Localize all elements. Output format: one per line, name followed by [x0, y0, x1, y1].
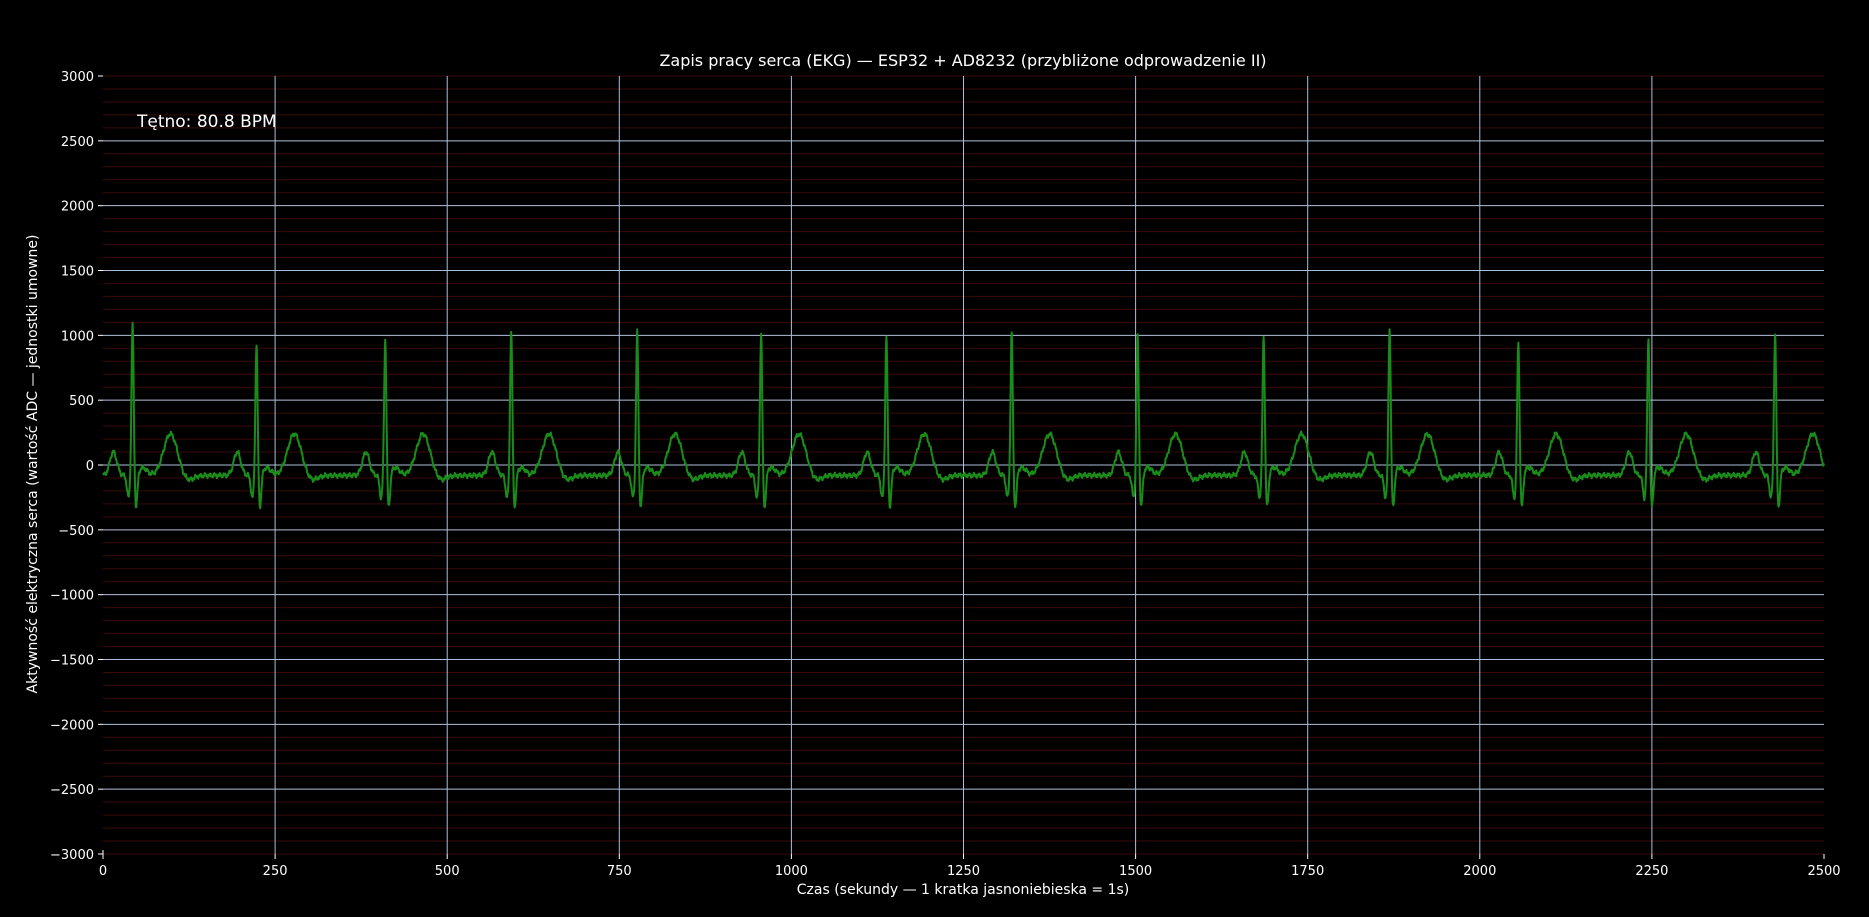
y-tick-label: −1500	[50, 654, 94, 669]
y-tick-label: 1000	[61, 329, 94, 344]
ekg-chart: 0 250 500 750 1000 1250 1500 1750 2000 2250 2500 −…	[0, 0, 1869, 917]
x-tick-label: 2000	[1463, 864, 1496, 879]
x-tick-label: 250	[263, 864, 288, 879]
chart-background	[0, 0, 1869, 917]
y-tick-label: 0	[86, 459, 94, 474]
y-tick-label: 1500	[61, 265, 94, 280]
x-tick-label: 1000	[775, 864, 808, 879]
x-tick-label: 1250	[947, 864, 980, 879]
chart-title: Zapis pracy serca (EKG) — ESP32 + AD8232…	[659, 51, 1266, 70]
x-tick-label: 750	[607, 864, 632, 879]
x-tick-label: 1500	[1119, 864, 1152, 879]
x-tick-label: 0	[99, 864, 107, 879]
x-tick-label: 2500	[1807, 864, 1840, 879]
heart-rate-annotation: Tętno: 80.8 BPM	[136, 112, 277, 132]
x-tick-label: 2250	[1635, 864, 1668, 879]
y-tick-label: −500	[58, 524, 94, 539]
x-tick-label: 500	[435, 864, 460, 879]
y-tick-label: 2500	[61, 135, 94, 150]
x-axis-label: Czas (sekundy — 1 kratka jasnoniebieska …	[797, 882, 1130, 898]
y-tick-label: −2500	[50, 783, 94, 798]
y-tick-label: 2000	[61, 200, 94, 215]
y-tick-label: 3000	[61, 70, 94, 85]
y-tick-label: −1000	[50, 589, 94, 604]
y-tick-label: 500	[69, 394, 94, 409]
y-tick-label: −2000	[50, 718, 94, 733]
y-axis-label: Aktywność elektryczna serca (wartość ADC…	[25, 235, 41, 694]
y-tick-label: −3000	[50, 848, 94, 863]
x-tick-label: 1750	[1291, 864, 1324, 879]
